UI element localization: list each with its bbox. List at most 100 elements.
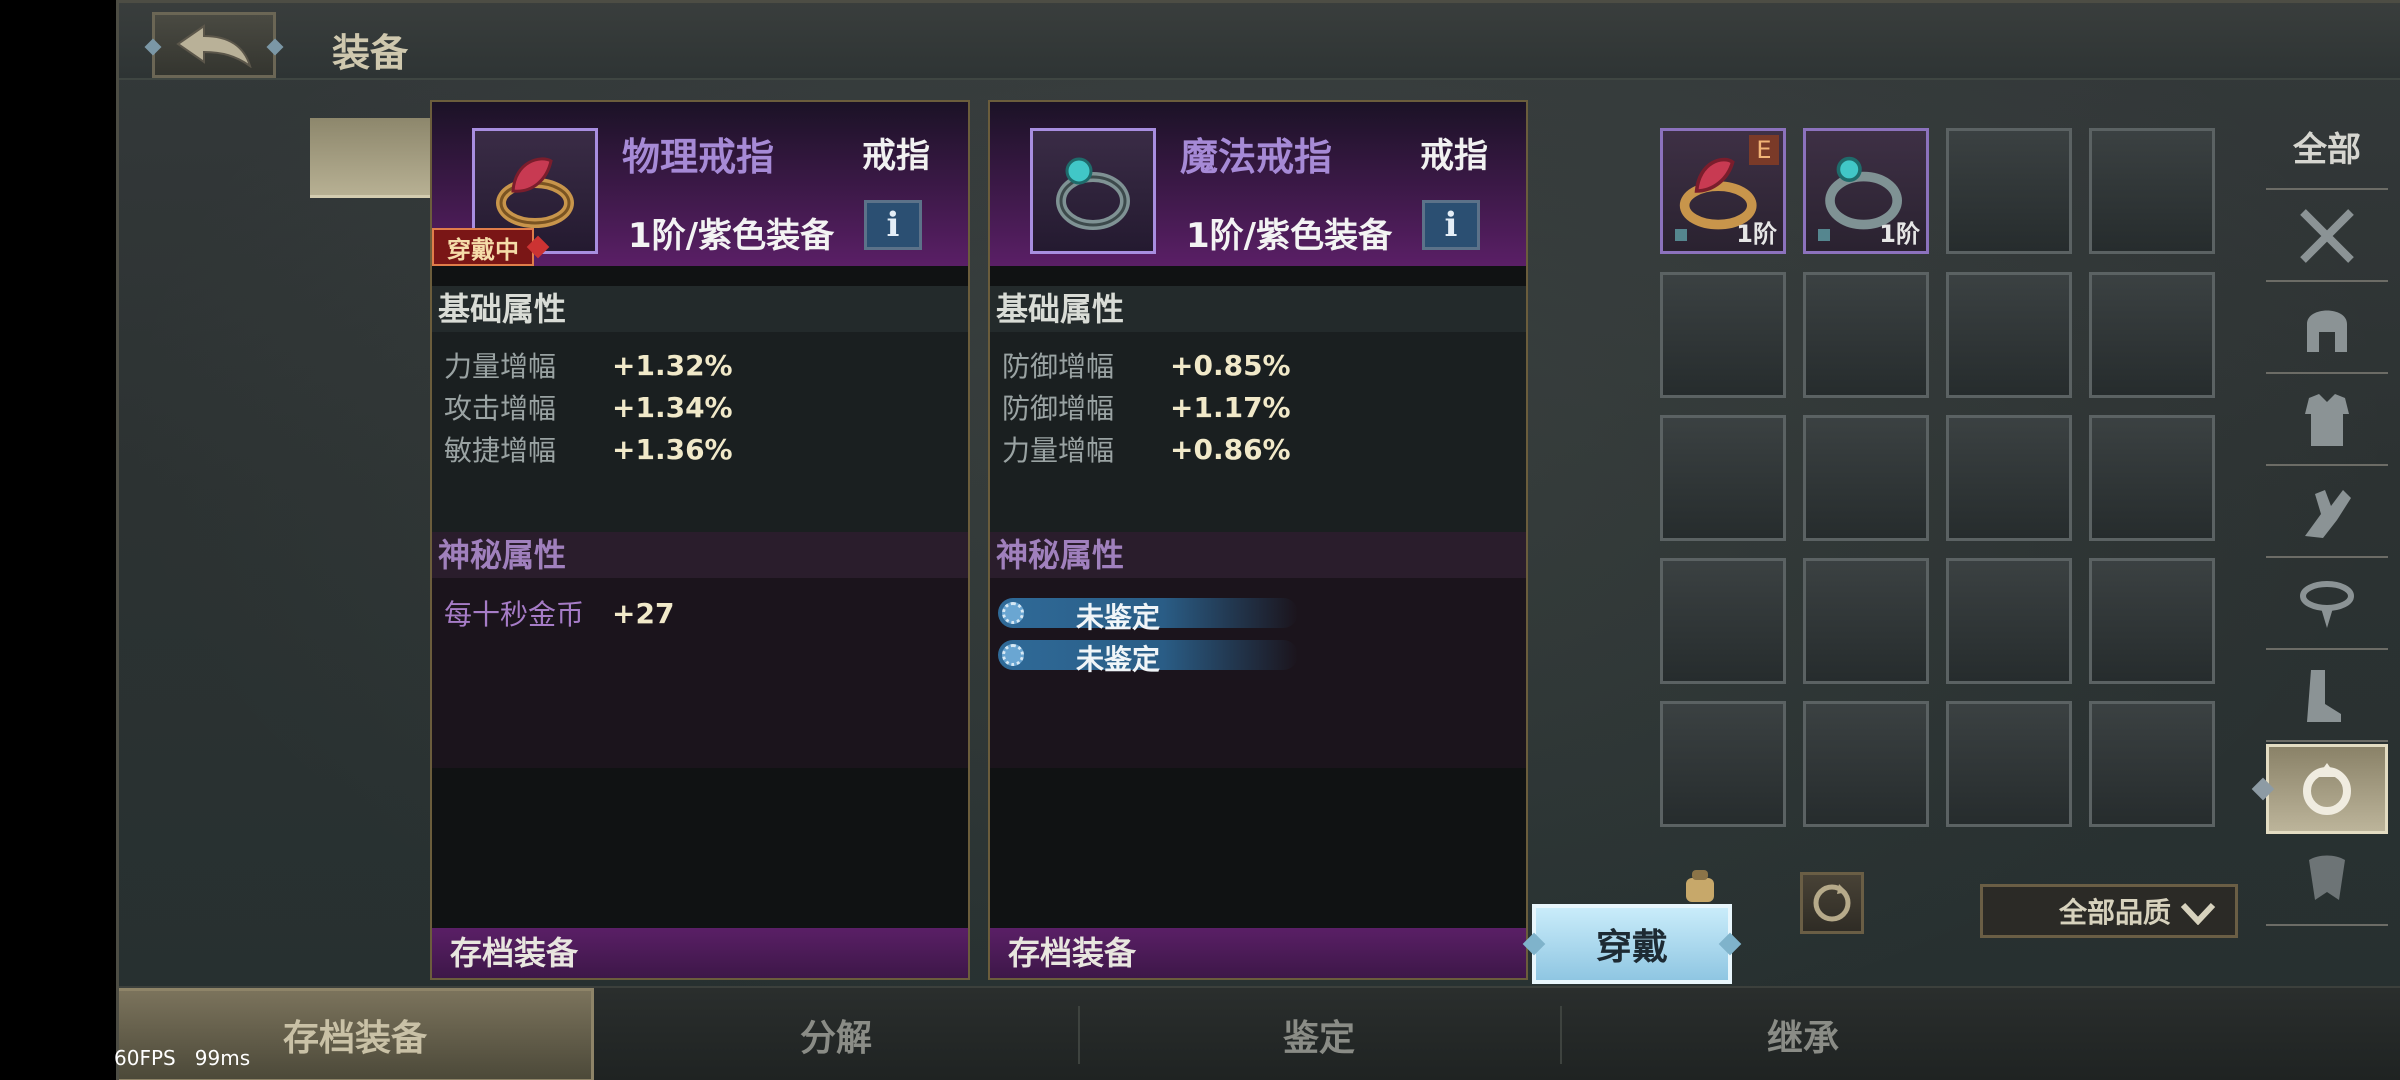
info-button[interactable]: i [1422, 200, 1480, 250]
inventory-slot[interactable] [1946, 272, 2072, 398]
side-tab[interactable] [310, 118, 430, 198]
category-necklace[interactable] [2266, 560, 2388, 650]
inventory-slot[interactable] [2089, 558, 2215, 684]
stat-value: +0.86% [1170, 432, 1291, 466]
stat-label: 防御增幅 [1002, 392, 1115, 425]
bottom-tab-bar: 存档装备 分解 鉴定 继承 [116, 986, 2400, 1080]
gear-icon [1002, 602, 1024, 624]
inventory-slot[interactable] [2089, 415, 2215, 541]
inventory-slot[interactable] [1803, 272, 1929, 398]
chevron-down-icon [2180, 902, 2216, 925]
info-button[interactable]: i [864, 200, 922, 250]
base-attributes-section: 基础属性 力量增幅 +1.32% 攻击增幅 +1.34% 敏捷增幅 +1.36% [432, 286, 968, 532]
stat-value: +1.32% [612, 348, 733, 382]
equipped-tag: E [1749, 135, 1779, 165]
stat-label: 防御增幅 [1002, 350, 1115, 383]
quality-dot [1675, 229, 1687, 241]
base-attributes-section: 基础属性 防御增幅 +0.85% 防御增幅 +1.17% 力量增幅 +0.86% [990, 286, 1526, 532]
item-detail-panel-magic-ring: 魔法戒指 戒指 1阶/紫色装备 i 基础属性 防御增幅 +0.85% 防御增幅 … [988, 100, 1528, 980]
section-body: 力量增幅 +1.32% 攻击增幅 +1.34% 敏捷增幅 +1.36% [432, 332, 968, 532]
category-ring[interactable] [2266, 744, 2388, 834]
back-button[interactable] [152, 12, 276, 78]
inventory-slot[interactable] [2089, 701, 2215, 827]
unidentified-attribute: 未鉴定 [998, 592, 1526, 634]
inventory-slot[interactable] [2089, 272, 2215, 398]
section-title: 基础属性 [990, 286, 1526, 332]
inventory-slot[interactable] [1660, 415, 1786, 541]
gauntlet-icon [2305, 490, 2351, 538]
bag-icon[interactable] [1680, 866, 1720, 906]
inventory-slot[interactable] [1660, 558, 1786, 684]
section-title: 神秘属性 [432, 532, 968, 578]
slot-level: 1阶 [1736, 220, 1777, 248]
item-detail-panel-physical-ring: 物理戒指 戒指 1阶/紫色装备 i 穿戴中 基础属性 力量增幅 +1.32% 攻… [430, 100, 970, 980]
category-armor[interactable] [2266, 376, 2388, 466]
tab-disassemble[interactable]: 分解 [594, 988, 1078, 1080]
item-type: 戒指 [1420, 136, 1488, 176]
refresh-icon [1813, 884, 1851, 922]
stat-value: +27 [612, 596, 675, 630]
category-weapon[interactable] [2266, 192, 2388, 282]
inventory-slot[interactable]: E 1阶 [1660, 128, 1786, 254]
section-title: 基础属性 [432, 286, 968, 332]
inventory-slot[interactable] [2089, 128, 2215, 254]
stat-row: 敏捷增幅 +1.36% [432, 428, 968, 470]
sort-button[interactable] [1800, 872, 1864, 934]
top-bar: 装备 [116, 0, 2400, 80]
item-type: 戒指 [862, 136, 930, 176]
inventory-slot[interactable]: 1阶 [1803, 128, 1929, 254]
game-screen: 装备 物理戒指 戒指 1阶/紫色装备 i 穿戴中 基础属性 力量增幅 +1.32… [116, 0, 2400, 1080]
inventory-slot[interactable] [1946, 558, 2072, 684]
item-name: 魔法戒指 [1180, 135, 1333, 179]
stat-row: 力量增幅 +1.32% [432, 344, 968, 386]
item-tier: 1阶/紫色装备 [628, 216, 835, 256]
stat-row: 防御增幅 +1.17% [990, 386, 1526, 428]
wear-button[interactable]: 穿戴 [1532, 904, 1732, 984]
inventory-slot[interactable] [1803, 558, 1929, 684]
page-title: 装备 [332, 31, 409, 75]
inventory-slot[interactable] [1660, 701, 1786, 827]
stat-label: 力量增幅 [1002, 434, 1115, 467]
category-boots[interactable] [2266, 652, 2388, 742]
ring-icon [2303, 763, 2351, 815]
cape-icon [2309, 855, 2345, 900]
inventory-slot[interactable] [1946, 701, 2072, 827]
fps-counter: 60FPS 99ms [114, 1046, 250, 1070]
fps-value: 60FPS [114, 1046, 176, 1070]
inventory-slot[interactable] [1803, 415, 1929, 541]
category-all[interactable]: 全部 [2266, 110, 2388, 190]
category-helmet[interactable] [2266, 284, 2388, 374]
unidentified-label: 未鉴定 [1076, 643, 1161, 676]
unidentified-label: 未鉴定 [1076, 601, 1161, 634]
slot-level: 1阶 [1879, 220, 1920, 248]
boots-icon [2307, 670, 2341, 722]
teal-ring-icon [1056, 157, 1130, 230]
category-sidebar: 全部 [2266, 110, 2388, 926]
quality-filter-select[interactable]: 全部品质 [1980, 884, 2238, 938]
inventory-slot[interactable] [1660, 272, 1786, 398]
back-arrow-icon [176, 24, 252, 68]
tab-identify[interactable]: 鉴定 [1078, 988, 1560, 1080]
section-body: 防御增幅 +0.85% 防御增幅 +1.17% 力量增幅 +0.86% [990, 332, 1526, 532]
mystic-attributes-section: 神秘属性 每十秒金币 +27 [432, 532, 968, 768]
stat-row: 防御增幅 +0.85% [990, 344, 1526, 386]
inventory-slot[interactable] [1803, 701, 1929, 827]
item-header: 魔法戒指 戒指 1阶/紫色装备 i [990, 102, 1526, 266]
panel-footer: 存档装备 [990, 928, 1526, 978]
item-name: 物理戒指 [622, 135, 775, 179]
inventory-slot[interactable] [1946, 415, 2072, 541]
tab-inherit[interactable]: 继承 [1560, 988, 2046, 1080]
helmet-icon [2307, 310, 2347, 352]
red-ring-icon [496, 157, 574, 228]
item-tier: 1阶/紫色装备 [1186, 216, 1393, 256]
stat-row: 攻击增幅 +1.34% [432, 386, 968, 428]
stat-row: 每十秒金币 +27 [432, 592, 968, 634]
item-header: 物理戒指 戒指 1阶/紫色装备 i 穿戴中 [432, 102, 968, 266]
stat-value: +1.36% [612, 432, 733, 466]
stat-label: 每十秒金币 [444, 598, 585, 631]
category-gloves[interactable] [2266, 468, 2388, 558]
necklace-icon [2300, 581, 2354, 628]
inventory-slot[interactable] [1946, 128, 2072, 254]
section-title: 神秘属性 [990, 532, 1526, 578]
category-cape[interactable] [2266, 836, 2388, 926]
